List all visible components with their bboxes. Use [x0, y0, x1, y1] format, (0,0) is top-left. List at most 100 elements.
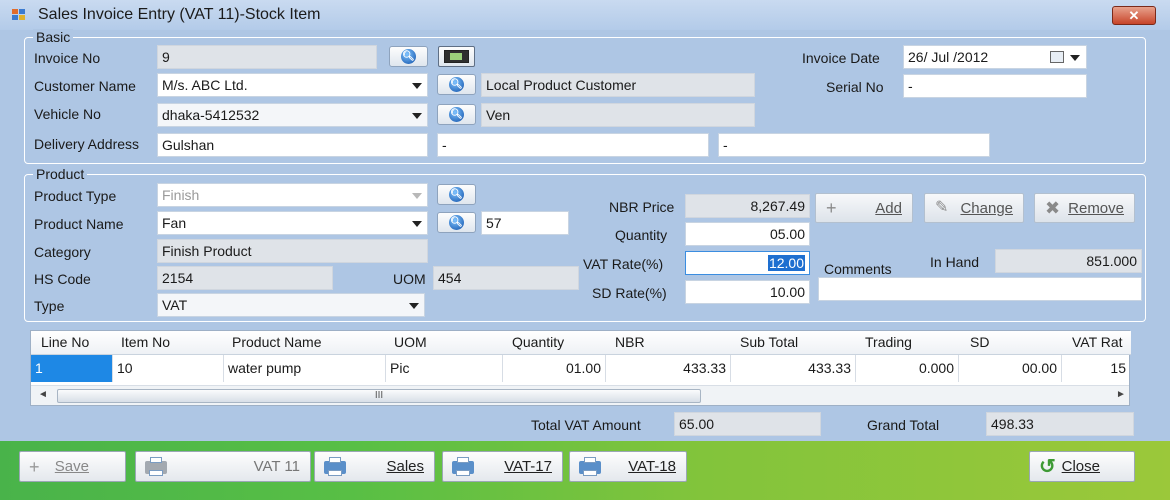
customer-name-select[interactable]: M/s. ABC Ltd.: [157, 73, 428, 97]
window-close-button[interactable]: ✕: [1112, 6, 1156, 25]
delivery-address-field-3[interactable]: -: [718, 133, 990, 157]
category-field: Finish Product: [157, 239, 428, 263]
serial-no-field[interactable]: -: [903, 74, 1087, 98]
cell-sd[interactable]: 00.00: [959, 355, 1062, 382]
vehicle-desc-field: Ven: [481, 103, 755, 127]
invoice-items-grid[interactable]: Line No Item No Product Name UOM Quantit…: [30, 330, 1131, 406]
basic-group-title: Basic: [33, 29, 74, 45]
cell-item-no[interactable]: 10: [113, 355, 224, 382]
scroll-thumb[interactable]: III: [57, 389, 701, 403]
save-button-label: Save: [54, 458, 89, 475]
invoice-no-field[interactable]: 9: [157, 45, 377, 69]
scroll-left-icon[interactable]: ◄: [38, 389, 48, 400]
cell-product-name[interactable]: water pump: [224, 355, 386, 382]
add-button[interactable]: + Add: [815, 193, 913, 223]
remove-button-label: Remove: [1068, 200, 1124, 217]
uom-label: UOM: [393, 271, 426, 287]
vehicle-search-button[interactable]: 🔍︎: [437, 104, 476, 125]
cell-uom[interactable]: Pic: [386, 355, 503, 382]
cell-line-no[interactable]: 1: [31, 355, 113, 382]
col-header-sd[interactable]: SD: [970, 334, 989, 350]
pencil-icon: ✎: [935, 199, 949, 216]
col-header-uom[interactable]: UOM: [394, 334, 427, 350]
quantity-field[interactable]: 05.00: [685, 222, 810, 246]
sales-button-label: Sales: [386, 458, 424, 475]
chevron-down-icon: [412, 193, 422, 199]
delivery-address-field-1[interactable]: Gulshan: [157, 133, 428, 157]
col-header-vat-rate[interactable]: VAT Rat: [1072, 334, 1123, 350]
nbr-price-label: NBR Price: [609, 199, 675, 215]
chevron-down-icon[interactable]: [1070, 55, 1080, 61]
invoice-date-picker[interactable]: 26/ Jul /2012: [903, 45, 1087, 69]
vehicle-no-value: dhaka-5412532: [162, 107, 260, 123]
invoice-scan-button[interactable]: [438, 46, 475, 67]
sales-invoice-window: Sales Invoice Entry (VAT 11)-Stock Item …: [0, 0, 1170, 500]
invoice-no-label: Invoice No: [34, 50, 101, 66]
comments-field[interactable]: [818, 277, 1142, 301]
col-header-nbr[interactable]: NBR: [615, 334, 645, 350]
footer-bar: + Save VAT 11 Sales VAT-17 VAT-18 ↺ Clos…: [0, 441, 1170, 500]
scan-icon: [444, 50, 469, 63]
vat-rate-value: 12.00: [767, 255, 805, 271]
type-label: Type: [34, 298, 65, 314]
cell-quantity[interactable]: 01.00: [503, 355, 606, 382]
cell-nbr[interactable]: 433.33: [606, 355, 731, 382]
product-group-title: Product: [33, 166, 88, 182]
close-button[interactable]: ↺ Close: [1029, 451, 1135, 482]
product-type-search-button[interactable]: 🔍︎: [437, 184, 476, 205]
scroll-right-icon[interactable]: ►: [1116, 389, 1126, 400]
col-header-quantity[interactable]: Quantity: [512, 334, 564, 350]
vat11-print-button[interactable]: VAT 11: [135, 451, 311, 482]
vat-rate-label: VAT Rate(%): [583, 256, 664, 272]
chevron-down-icon: [409, 303, 419, 309]
calendar-icon[interactable]: [1050, 51, 1064, 63]
grid-header: Line No Item No Product Name UOM Quantit…: [31, 331, 1131, 355]
change-button-label: Change: [960, 200, 1013, 217]
cell-vat-rate[interactable]: 15: [1062, 355, 1130, 382]
chevron-down-icon: [412, 113, 422, 119]
table-row[interactable]: 1 10 water pump Pic 01.00 433.33 433.33 …: [31, 355, 1131, 382]
vat17-button-label: VAT-17: [504, 458, 552, 475]
type-select[interactable]: VAT: [157, 293, 425, 317]
remove-button[interactable]: ✖ Remove: [1034, 193, 1135, 223]
invoice-search-button[interactable]: 🔍︎: [389, 46, 428, 67]
product-code-field[interactable]: 57: [481, 211, 569, 235]
product-name-select[interactable]: Fan: [157, 211, 428, 235]
product-name-search-button[interactable]: 🔍︎: [437, 212, 476, 233]
horizontal-scrollbar[interactable]: ◄ III ►: [31, 385, 1129, 405]
search-icon: 🔍︎: [449, 107, 464, 122]
vat17-print-button[interactable]: VAT-17: [442, 451, 563, 482]
cell-trading[interactable]: 0.000: [856, 355, 959, 382]
vehicle-no-label: Vehicle No: [34, 106, 101, 122]
vehicle-no-select[interactable]: dhaka-5412532: [157, 103, 428, 127]
search-icon: 🔍︎: [449, 215, 464, 230]
customer-type-field: Local Product Customer: [481, 73, 755, 97]
vat11-button-label: VAT 11: [253, 458, 300, 475]
col-header-trading[interactable]: Trading: [865, 334, 912, 350]
col-header-sub-total[interactable]: Sub Total: [740, 334, 798, 350]
product-name-value: Fan: [162, 215, 187, 231]
change-button[interactable]: ✎ Change: [924, 193, 1024, 223]
customer-name-label: Customer Name: [34, 78, 136, 94]
hs-code-label: HS Code: [34, 271, 91, 287]
invoice-date-label: Invoice Date: [802, 50, 880, 66]
col-header-item-no[interactable]: Item No: [121, 334, 170, 350]
customer-search-button[interactable]: 🔍︎: [437, 74, 476, 95]
search-icon: 🔍︎: [449, 187, 464, 202]
printer-icon: [579, 457, 601, 477]
product-type-value: Finish: [162, 187, 200, 203]
product-type-select[interactable]: Finish: [157, 183, 428, 207]
sales-print-button[interactable]: Sales: [314, 451, 435, 482]
in-hand-field: 851.000: [995, 249, 1142, 273]
col-header-product-name[interactable]: Product Name: [232, 334, 321, 350]
col-header-line-no[interactable]: Line No: [41, 334, 89, 350]
delivery-address-field-2[interactable]: -: [437, 133, 709, 157]
vat-rate-field[interactable]: 12.00: [685, 251, 810, 275]
grand-total-field: 498.33: [986, 412, 1134, 436]
save-button[interactable]: + Save: [19, 451, 126, 482]
cell-sub-total[interactable]: 433.33: [731, 355, 856, 382]
plus-icon: +: [29, 457, 40, 477]
undo-arrow-icon: ↺: [1039, 456, 1056, 478]
vat18-print-button[interactable]: VAT-18: [569, 451, 687, 482]
sd-rate-field[interactable]: 10.00: [685, 280, 810, 304]
